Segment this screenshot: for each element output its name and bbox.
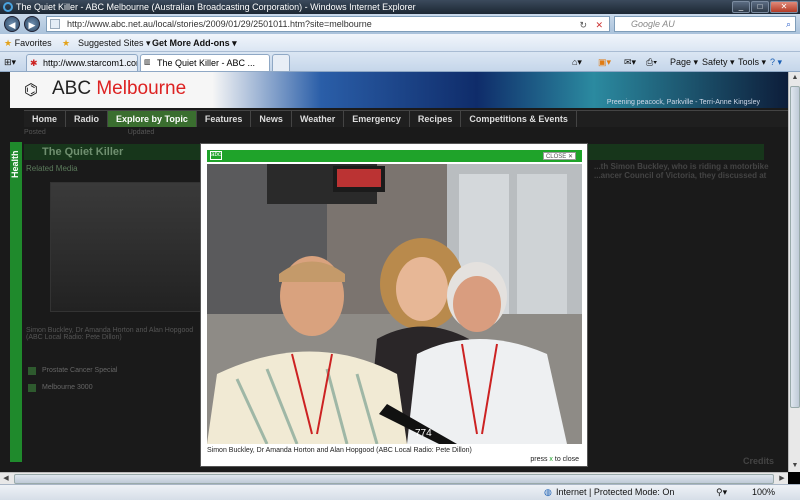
- status-bar: ◍ Internet | Protected Mode: On ⚲▾ 100%: [0, 484, 800, 500]
- address-toolbar: ◀ ▶ http://www.abc.net.au/local/stories/…: [0, 14, 800, 34]
- tab-label: http://www.starcom1.com...: [43, 58, 137, 68]
- address-input[interactable]: http://www.abc.net.au/local/stories/2009…: [46, 16, 610, 32]
- window-title: The Quiet Killer - ABC Melbourne (Austra…: [16, 2, 416, 12]
- mic-label: 774: [415, 428, 432, 439]
- zoom-level[interactable]: 100%: [752, 485, 775, 500]
- search-input[interactable]: Google AU ⌕: [614, 16, 796, 32]
- page-icon: [50, 19, 60, 29]
- lightbox-header: abc CLOSE ✕: [207, 150, 582, 162]
- thumbnail-caption: Simon Buckley, Dr Amanda Horton and Alan…: [26, 327, 194, 341]
- addons-button[interactable]: Get More Add-ons ▾: [152, 34, 237, 52]
- post-meta: Posted Updated: [24, 129, 764, 140]
- new-tab-button[interactable]: [272, 54, 290, 71]
- tab-bar: ⊞▾ ✱ http://www.starcom1.com... ▥ The Qu…: [0, 52, 800, 72]
- stop-button[interactable]: ✕: [595, 18, 603, 32]
- tab-quiet-killer[interactable]: ▥ The Quiet Killer - ABC ...: [140, 54, 270, 71]
- site-banner: ⌬ ABC Melbourne Preening peacock, Parkvi…: [10, 72, 788, 108]
- star-icon: ★: [4, 38, 13, 48]
- abc-logo-icon[interactable]: ⌬: [24, 80, 46, 99]
- tab-starcom[interactable]: ✱ http://www.starcom1.com...: [26, 54, 138, 71]
- lightbox-photo: 774: [207, 164, 582, 444]
- credits-label: Credits: [742, 456, 774, 466]
- zoom-icon[interactable]: ⚲▾: [716, 485, 727, 500]
- favorites-bar: ★ Favorites ★ Suggested Sites ▾ Get More…: [0, 34, 800, 52]
- studio-photo-illustration: 774: [207, 164, 582, 444]
- search-icon[interactable]: ⌕: [786, 17, 791, 31]
- favorites-button[interactable]: ★ Favorites: [4, 34, 52, 52]
- page-menu[interactable]: Page ▾: [670, 55, 698, 69]
- quick-tabs-icon[interactable]: ⊞▾: [4, 55, 16, 69]
- window-titlebar: The Quiet Killer - ABC Melbourne (Austra…: [0, 0, 800, 14]
- abc-lightbox-logo-icon: abc: [210, 151, 222, 160]
- banner-caption: Preening peacock, Parkville - Terri-Anne…: [606, 99, 760, 106]
- print-icon[interactable]: ⎙▾: [646, 55, 657, 69]
- maximize-button[interactable]: □: [751, 1, 769, 13]
- nav-weather[interactable]: Weather: [292, 111, 345, 127]
- site-nav: Home Radio Explore by Topic Features New…: [24, 110, 788, 127]
- vertical-scrollbar[interactable]: ▲ ▼: [788, 72, 800, 472]
- suggested-sites-button[interactable]: Suggested Sites ▾: [78, 34, 151, 52]
- tab-label: The Quiet Killer - ABC ...: [157, 58, 256, 68]
- url-text: http://www.abc.net.au/local/stories/2009…: [67, 19, 372, 29]
- vertical-scroll-thumb[interactable]: [790, 86, 800, 408]
- home-icon[interactable]: ⌂▾: [572, 55, 582, 69]
- press-prefix: press: [530, 456, 548, 463]
- nav-radio[interactable]: Radio: [66, 111, 109, 127]
- updated-label: Updated: [127, 129, 155, 136]
- horizontal-scroll-thumb[interactable]: [14, 474, 774, 484]
- nav-explore-by-topic[interactable]: Explore by Topic: [108, 111, 197, 127]
- press-suffix: to close: [554, 456, 579, 463]
- horizontal-scrollbar[interactable]: ◀ ▶: [0, 472, 788, 484]
- nav-home[interactable]: Home: [24, 111, 67, 127]
- feeds-icon[interactable]: ▣▾: [598, 55, 611, 69]
- nav-recipes[interactable]: Recipes: [410, 111, 462, 127]
- health-side-tab[interactable]: Health: [10, 142, 22, 462]
- globe-icon: ◍: [544, 487, 552, 497]
- minimize-button[interactable]: _: [732, 1, 750, 13]
- nav-emergency[interactable]: Emergency: [344, 111, 410, 127]
- safety-menu[interactable]: Safety ▾: [702, 55, 735, 69]
- site-title[interactable]: ABC Melbourne: [52, 78, 186, 100]
- search-placeholder: Google AU: [631, 19, 675, 29]
- help-menu[interactable]: ? ▾: [770, 55, 782, 69]
- related-link-melbourne[interactable]: Melbourne 3000: [26, 382, 196, 394]
- scroll-down-icon[interactable]: ▼: [789, 460, 800, 472]
- abc-favicon-icon: ▥: [144, 59, 151, 66]
- lightbox-close-button[interactable]: CLOSE ✕: [542, 152, 576, 160]
- forward-button[interactable]: ▶: [24, 16, 40, 32]
- press-x-to-close: press x to close: [530, 456, 579, 463]
- nav-news[interactable]: News: [251, 111, 292, 127]
- security-zone[interactable]: Internet | Protected Mode: On: [556, 485, 674, 500]
- starcom-favicon-icon: ✱: [30, 58, 38, 68]
- close-window-button[interactable]: ✕: [770, 1, 798, 13]
- scroll-up-icon[interactable]: ▲: [789, 72, 800, 84]
- nav-competitions[interactable]: Competitions & Events: [461, 111, 577, 127]
- tools-menu[interactable]: Tools ▾: [738, 55, 766, 69]
- related-thumbnail[interactable]: [50, 182, 202, 312]
- ie-logo-icon: [3, 2, 13, 12]
- related-link-prostate[interactable]: Prostate Cancer Special: [26, 365, 196, 377]
- nav-features[interactable]: Features: [197, 111, 252, 127]
- mail-icon[interactable]: ✉▾: [624, 55, 636, 69]
- back-button[interactable]: ◀: [4, 16, 20, 32]
- add-favorite-icon[interactable]: ★: [62, 34, 70, 52]
- photo-lightbox: abc CLOSE ✕ 774 Simon Buckley, Dr Amanda…: [200, 143, 588, 467]
- article-intro-text: ...th Simon Buckley, who is riding a mot…: [594, 162, 769, 180]
- posted-label: Posted: [24, 129, 46, 136]
- lightbox-caption: Simon Buckley, Dr Amanda Horton and Alan…: [207, 447, 472, 454]
- press-key[interactable]: x: [549, 456, 553, 463]
- related-media-heading: Related Media: [26, 164, 78, 173]
- refresh-button[interactable]: ↻: [579, 18, 587, 32]
